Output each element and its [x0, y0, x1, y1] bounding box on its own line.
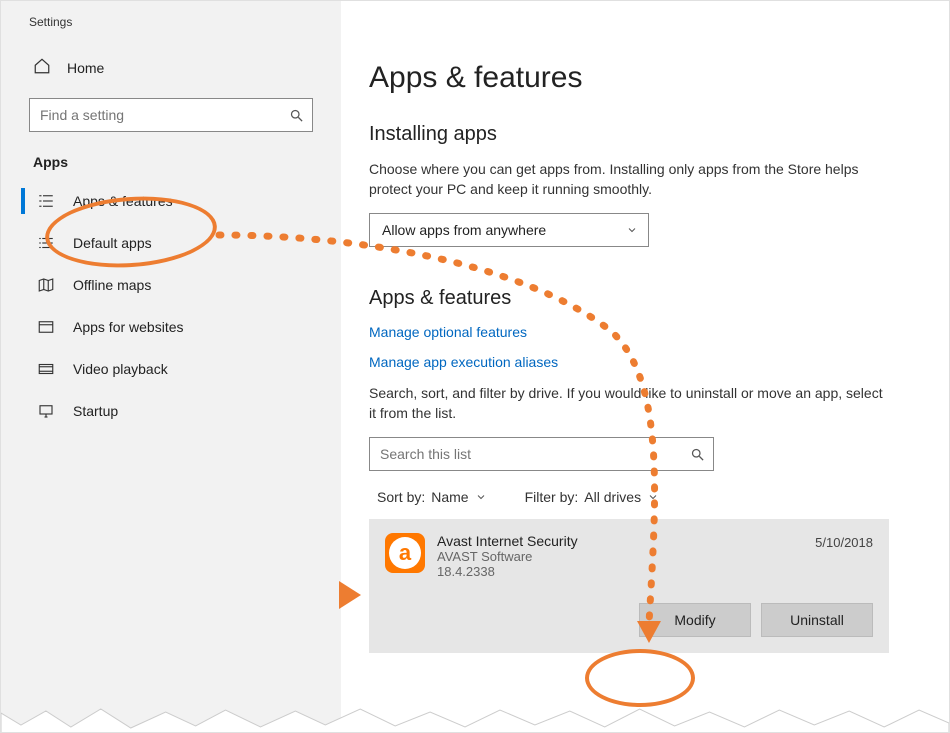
- apps-websites-icon: [37, 318, 55, 336]
- sidebar-item-apps-features[interactable]: Apps & features: [1, 180, 341, 222]
- section-label-apps: Apps: [1, 150, 341, 180]
- sort-by-control[interactable]: Sort by: Name: [377, 489, 487, 505]
- apps-features-icon: [37, 192, 55, 210]
- home-label: Home: [67, 60, 104, 76]
- app-source-value: Allow apps from anywhere: [382, 222, 546, 238]
- sort-by-value: Name: [431, 489, 468, 505]
- home-nav[interactable]: Home: [1, 47, 341, 88]
- search-icon: [289, 108, 304, 123]
- installing-apps-description: Choose where you can get apps from. Inst…: [369, 160, 889, 199]
- app-meta: Avast Internet Security AVAST Software 1…: [437, 533, 803, 579]
- app-list-item[interactable]: Avast Internet Security AVAST Software 1…: [369, 519, 889, 653]
- chevron-down-icon: [647, 491, 659, 503]
- torn-edge-decoration: [1, 703, 949, 733]
- sidebar-item-label: Apps for websites: [73, 319, 184, 335]
- window-title: Settings: [1, 15, 341, 47]
- filter-by-value: All drives: [584, 489, 641, 505]
- offline-maps-icon: [37, 276, 55, 294]
- sidebar: Settings Home Apps Apps & features De: [1, 1, 341, 732]
- chevron-down-icon: [475, 491, 487, 503]
- manage-app-aliases-link[interactable]: Manage app execution aliases: [369, 354, 919, 370]
- app-action-row: Modify Uninstall: [385, 603, 873, 637]
- chevron-down-icon: [626, 224, 638, 236]
- video-playback-icon: [37, 360, 55, 378]
- uninstall-button[interactable]: Uninstall: [761, 603, 873, 637]
- startup-icon: [37, 402, 55, 420]
- sidebar-item-default-apps[interactable]: Default apps: [1, 222, 341, 264]
- settings-window: Settings Home Apps Apps & features De: [0, 0, 950, 733]
- search-icon: [690, 447, 705, 462]
- search-list-input[interactable]: [380, 446, 690, 462]
- app-publisher: AVAST Software: [437, 549, 803, 564]
- app-source-select[interactable]: Allow apps from anywhere: [369, 213, 649, 247]
- search-list-box[interactable]: [369, 437, 714, 471]
- find-setting-container: [29, 98, 313, 132]
- sidebar-item-label: Startup: [73, 403, 118, 419]
- sidebar-item-video-playback[interactable]: Video playback: [1, 348, 341, 390]
- find-setting-box[interactable]: [29, 98, 313, 132]
- app-item-header: Avast Internet Security AVAST Software 1…: [385, 533, 873, 579]
- sidebar-item-startup[interactable]: Startup: [1, 390, 341, 432]
- sidebar-item-label: Apps & features: [73, 193, 173, 209]
- installing-apps-heading: Installing apps: [369, 123, 919, 146]
- filter-by-label: Filter by:: [525, 489, 579, 505]
- app-install-date: 5/10/2018: [815, 535, 873, 550]
- page-title: Apps & features: [369, 61, 919, 95]
- app-name: Avast Internet Security: [437, 533, 803, 549]
- sort-filter-row: Sort by: Name Filter by: All drives: [369, 489, 919, 505]
- filter-by-control[interactable]: Filter by: All drives: [525, 489, 659, 505]
- modify-button[interactable]: Modify: [639, 603, 751, 637]
- sort-by-label: Sort by:: [377, 489, 425, 505]
- sidebar-item-label: Offline maps: [73, 277, 151, 293]
- main-content: Apps & features Installing apps Choose w…: [341, 1, 949, 732]
- find-setting-input[interactable]: [40, 107, 289, 123]
- home-icon: [33, 57, 51, 78]
- list-description: Search, sort, and filter by drive. If yo…: [369, 384, 889, 423]
- app-version: 18.4.2338: [437, 564, 803, 579]
- sidebar-item-label: Video playback: [73, 361, 168, 377]
- apps-features-subheading: Apps & features: [369, 287, 919, 310]
- default-apps-icon: [37, 234, 55, 252]
- manage-optional-features-link[interactable]: Manage optional features: [369, 324, 919, 340]
- sidebar-item-offline-maps[interactable]: Offline maps: [1, 264, 341, 306]
- sidebar-item-apps-websites[interactable]: Apps for websites: [1, 306, 341, 348]
- avast-logo-icon: [385, 533, 425, 573]
- sidebar-item-label: Default apps: [73, 235, 152, 251]
